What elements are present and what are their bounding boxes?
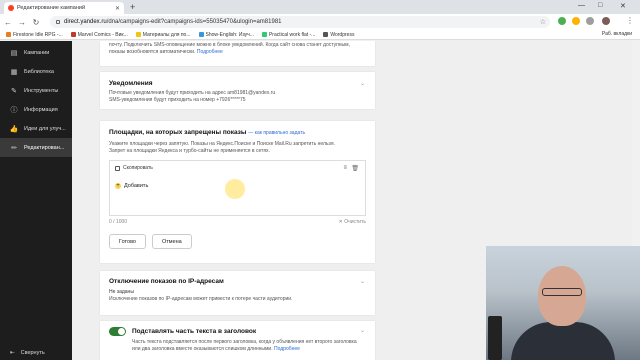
list-icon[interactable]: ≡ [343,165,347,171]
ip-exclusion-card[interactable]: Отключение показов по IP-адресам ⌄ Не за… [100,271,375,315]
browser-tab-bar: Редактирование кампаний ✕ + — □ ✕ [0,0,640,14]
sidebar-item-campaigns[interactable]: ▤ Кампании [0,43,72,62]
reload-icon[interactable]: ↻ [30,18,42,27]
tab-title: Редактирование кампаний [17,5,86,11]
yandex-favicon-icon [8,5,14,11]
substitute-desc: Часть текста подставляется после первого… [132,339,357,352]
sidebar-item-ideas[interactable]: 👍 Идеи для улуч... [0,119,72,138]
browser-toolbar: ← → ↻ direct.yandex.ru/dna/campaigns-edi… [0,14,640,30]
sidebar-item-tools[interactable]: ✎ Инструменты [0,81,72,100]
bookmark-icon [198,32,204,37]
ip-exclusion-note: Исключение показов по IP-адресам может п… [109,295,293,302]
minimize-icon[interactable]: — [578,2,585,9]
wordpress-icon [323,32,329,37]
browser-tab[interactable]: Редактирование кампаний ✕ [4,2,124,14]
forward-icon[interactable]: → [16,18,28,27]
bookmark-item[interactable]: Материалы для по... [135,32,191,38]
editor-toolbar: Скопировать ≡ 🗑 [110,161,365,175]
webcam-overlay [486,246,640,360]
tab-close-icon[interactable]: ✕ [115,5,120,12]
clear-button[interactable]: ✕ Очистить [339,219,366,225]
placements-title: Площадки, на которых запрещены показы — … [109,129,306,136]
cancel-button[interactable]: Отмена [151,234,192,249]
address-bar[interactable]: direct.yandex.ru/dna/campaigns-edit?camp… [50,16,550,28]
bookmark-star-icon[interactable]: ☆ [540,18,546,26]
extensions-puzzle-icon[interactable] [586,17,594,25]
lock-icon [56,20,60,24]
placements-card: Площадки, на которых запрещены показы — … [100,121,375,263]
substitute-title: Подставлять часть текста в заголовок [132,328,257,335]
thumbs-up-icon: 👍 [9,125,19,133]
done-button[interactable]: Готово [109,234,146,249]
ip-exclusion-title: Отключение показов по IP-адресам [109,278,224,285]
pencil-icon: ✏ [11,144,17,152]
url-path: /dna/campaigns-edit?campaigns-ids=550354… [106,19,282,25]
url-domain: direct.yandex.ru [64,19,107,25]
other-bookmarks[interactable]: Раб. вкладки [602,31,632,37]
sidebar-item-info[interactable]: ⓘ Информация [0,100,72,119]
chevron-down-icon[interactable]: ⌄ [360,278,365,285]
bookmark-item[interactable]: Show-English: Изуч... [198,32,254,38]
new-tab-icon[interactable]: + [130,2,135,12]
notifications-title: Уведомления [109,80,153,87]
document-icon: ▤ [10,49,18,57]
microphone [488,316,502,360]
presenter-body [511,322,615,360]
sidebar: ▤ Кампании ▦ Библиотека ✎ Инструменты ⓘ … [0,41,72,360]
character-counter: 0 / 1000 [109,219,128,225]
glasses [542,288,582,296]
how-to-link[interactable]: — как правильно задать [248,130,305,136]
chevron-down-icon[interactable]: ⌄ [360,327,365,334]
folder-icon [135,32,141,37]
placements-desc-2: Запрет на площадки Яндекса и турбо-сайты… [109,147,270,154]
notifications-card[interactable]: Уведомления ⌄ Почтовые уведомления будут… [100,72,375,109]
copy-icon [115,165,120,171]
plus-icon: + [115,183,121,189]
library-icon: ▦ [10,68,18,76]
maximize-icon[interactable]: □ [598,2,602,9]
sidebar-item-editing[interactable]: ✏ Редактирован... [0,138,72,157]
mouse-cursor-highlight [225,179,245,199]
wrench-icon: ✎ [11,87,17,95]
substitute-text-card: Подставлять часть текста в заголовок ⌄ Ч… [100,321,375,360]
bookmark-item[interactable]: Practical work flat -... [261,32,315,38]
copy-button[interactable]: Скопировать [123,165,153,171]
profile-avatar[interactable] [602,17,610,25]
chevron-down-icon[interactable]: ⌄ [360,80,365,87]
site-monitoring-card: почту. Подключить SMS-оповещение можно в… [100,41,375,66]
bookmark-icon [70,32,76,37]
more-link[interactable]: Подробнее [274,346,300,352]
collapse-sidebar-button[interactable]: ⇤ Свернуть [10,350,45,356]
bookmark-item[interactable]: Marvel Comics - Вик... [70,32,128,38]
close-window-icon[interactable]: ✕ [620,2,626,10]
trash-icon[interactable]: 🗑 [351,165,359,172]
sidebar-item-library[interactable]: ▦ Библиотека [0,62,72,81]
extension-icon[interactable] [558,17,566,25]
browser-menu-icon[interactable]: ⋮ [626,16,634,25]
placements-desc: Укажите площадки через запятую. Показы н… [109,141,335,147]
bookmark-item[interactable]: Firestone Idle RPG -... [6,32,63,38]
info-icon: ⓘ [10,106,18,114]
more-link[interactable]: Подробнее [197,49,223,55]
bookmark-item[interactable]: Wordpress [323,32,354,38]
substitute-toggle[interactable] [109,327,126,336]
placements-editor[interactable]: Скопировать ≡ 🗑 + Добавить [109,160,366,216]
monitoring-text: почту. Подключить SMS-оповещение можно в… [109,42,350,55]
collapse-arrow-icon: ⇤ [10,350,15,356]
bookmark-icon [6,32,11,37]
back-icon[interactable]: ← [2,18,14,27]
bookmarks-bar: Firestone Idle RPG -... Marvel Comics - … [0,30,640,40]
sms-notification-text: SMS-уведомления будут приходить на номер… [109,96,246,103]
extension-icon[interactable] [572,17,580,25]
presenter-head [538,266,586,326]
bookmark-icon [261,32,267,37]
